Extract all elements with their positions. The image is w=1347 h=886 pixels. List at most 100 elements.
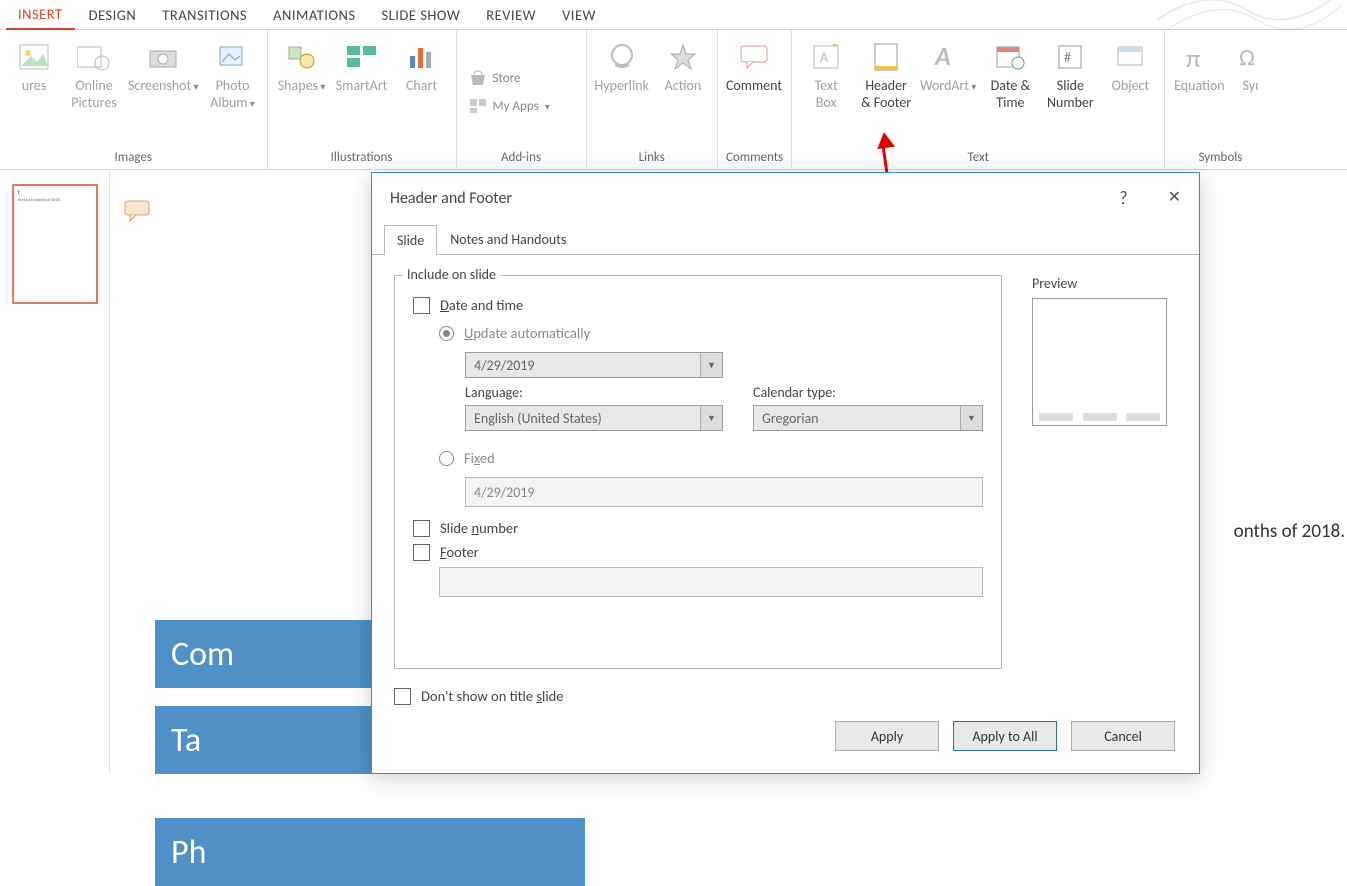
smartart-icon — [345, 40, 379, 74]
preview-placeholder-left — [1039, 413, 1073, 421]
comment-icon — [737, 40, 771, 74]
wordart-button[interactable]: A WordArt — [920, 34, 976, 95]
calendar-combo[interactable]: Gregorian ▼ — [753, 405, 983, 431]
pictures-label: ures — [22, 78, 47, 95]
group-comments-label: Comments — [726, 150, 783, 167]
date-time-label: Date and time — [440, 296, 523, 314]
header-footer-icon — [869, 40, 903, 74]
slide-thumb-1[interactable]: t the last 6 months of 2018. — [12, 184, 98, 304]
tab-design[interactable]: DESIGN — [77, 1, 149, 29]
preview-box — [1032, 298, 1167, 426]
date-time-button[interactable]: Date & Time — [984, 34, 1036, 112]
screenshot-button[interactable]: Screenshot — [128, 34, 199, 95]
language-combo[interactable]: English (United States) ▼ — [465, 405, 723, 431]
calendar-label: Calendar type: — [753, 384, 836, 401]
slide-number-icon: # — [1053, 40, 1087, 74]
equation-button[interactable]: π Equation — [1173, 34, 1225, 95]
action-icon — [666, 40, 700, 74]
dont-show-label: Don't show on title slide — [421, 687, 564, 705]
fixed-input[interactable] — [465, 477, 983, 507]
preview-label: Preview — [1032, 275, 1177, 292]
footer-label: Footer — [440, 543, 479, 561]
preview-placeholder-right — [1126, 413, 1160, 421]
chart-icon — [405, 40, 439, 74]
group-text: A Text Box Header & Footer A WordArt Dat… — [792, 30, 1165, 169]
apply-to-all-button[interactable]: Apply to All — [953, 721, 1057, 751]
slide-blue-box-3: Ph — [155, 818, 585, 886]
tab-slideshow[interactable]: SLIDE SHOW — [370, 1, 473, 29]
preview-column: Preview — [1032, 275, 1177, 711]
smartart-button[interactable]: SmartArt — [336, 34, 388, 95]
pictures-button[interactable]: ures — [8, 34, 60, 95]
update-auto-label: Update automatically — [464, 324, 590, 342]
group-symbols-label: Symbols — [1173, 150, 1267, 167]
hyperlink-icon — [605, 40, 639, 74]
chevron-down-icon: ▼ — [700, 406, 722, 430]
photo-album-button[interactable]: Photo Album — [207, 34, 259, 112]
tab-view[interactable]: VIEW — [550, 1, 608, 29]
group-comments: Comment Comments — [718, 30, 792, 169]
date-time-icon — [993, 40, 1027, 74]
shapes-button[interactable]: Shapes — [276, 34, 328, 95]
chevron-down-icon: ▼ — [960, 406, 982, 430]
myapps-button[interactable]: My Apps — [465, 92, 578, 120]
apply-button[interactable]: Apply — [835, 721, 939, 751]
dialog-tab-notes[interactable]: Notes and Handouts — [437, 224, 579, 254]
group-illustrations: Shapes SmartArt Chart Illustrations — [268, 30, 457, 169]
textbox-button[interactable]: A Text Box — [800, 34, 852, 112]
fixed-radio[interactable] — [439, 451, 454, 466]
store-button[interactable]: Store — [465, 64, 578, 92]
dialog-titlebar: Header and Footer ? ✕ — [372, 173, 1199, 223]
textbox-label: Text Box — [815, 78, 838, 112]
shapes-label: Shapes — [278, 78, 326, 95]
svg-text:A: A — [820, 49, 829, 66]
ribbon: ures Online Pictures Screenshot Photo Al… — [0, 30, 1347, 170]
comment-indicator-icon[interactable] — [124, 200, 150, 220]
object-label: Object — [1112, 78, 1150, 95]
slide-number-checkbox[interactable] — [413, 520, 430, 537]
online-pictures-icon — [77, 40, 111, 74]
screenshot-icon — [146, 40, 180, 74]
tab-animations[interactable]: ANIMATIONS — [261, 1, 367, 29]
date-time-checkbox[interactable] — [413, 297, 430, 314]
symbol-label: Syı — [1242, 78, 1258, 95]
hyperlink-button[interactable]: Hyperlink — [595, 34, 649, 95]
smartart-label: SmartArt — [336, 78, 388, 95]
comment-label: Comment — [726, 78, 782, 95]
cancel-button[interactable]: Cancel — [1071, 721, 1175, 751]
tab-insert[interactable]: INSERT — [6, 0, 75, 30]
action-button[interactable]: Action — [657, 34, 709, 95]
online-pictures-button[interactable]: Online Pictures — [68, 34, 120, 112]
comment-button[interactable]: Comment — [726, 34, 782, 95]
date-combo[interactable]: 4/29/2019 ▼ — [465, 352, 723, 378]
dialog-help-button[interactable]: ? — [1119, 187, 1127, 209]
chart-button[interactable]: Chart — [396, 34, 448, 95]
tab-transitions[interactable]: TRANSITIONS — [150, 1, 259, 29]
header-footer-dialog: Header and Footer ? ✕ Slide Notes and Ha… — [371, 172, 1200, 774]
group-images: ures Online Pictures Screenshot Photo Al… — [0, 30, 268, 169]
header-footer-button[interactable]: Header & Footer — [860, 34, 912, 112]
object-button[interactable]: Object — [1104, 34, 1156, 95]
dialog-close-button[interactable]: ✕ — [1168, 187, 1181, 209]
preview-placeholder-center — [1083, 413, 1117, 421]
date-combo-value: 4/29/2019 — [474, 357, 534, 374]
dont-show-checkbox[interactable] — [394, 688, 411, 705]
tab-review[interactable]: REVIEW — [474, 1, 548, 29]
group-images-label: Images — [8, 150, 259, 167]
dialog-tab-slide[interactable]: Slide — [384, 225, 437, 255]
group-links: Hyperlink Action Links — [587, 30, 718, 169]
fieldset-label: Include on slide — [403, 266, 500, 283]
symbol-button[interactable]: Ω Syı — [1233, 34, 1267, 95]
slide-number-button[interactable]: # Slide Number — [1044, 34, 1096, 112]
equation-label: Equation — [1174, 78, 1224, 95]
footer-input[interactable] — [439, 567, 983, 597]
svg-text:π: π — [1186, 43, 1200, 71]
screenshot-label: Screenshot — [128, 78, 199, 95]
chart-label: Chart — [406, 78, 437, 95]
group-illustrations-label: Illustrations — [276, 150, 448, 167]
photo-album-icon — [216, 40, 250, 74]
dialog-tabs: Slide Notes and Handouts — [372, 223, 1199, 255]
update-auto-radio[interactable] — [439, 326, 454, 341]
include-on-slide-fieldset: Include on slide Date and time Update au… — [394, 275, 1002, 669]
footer-checkbox[interactable] — [413, 544, 430, 561]
